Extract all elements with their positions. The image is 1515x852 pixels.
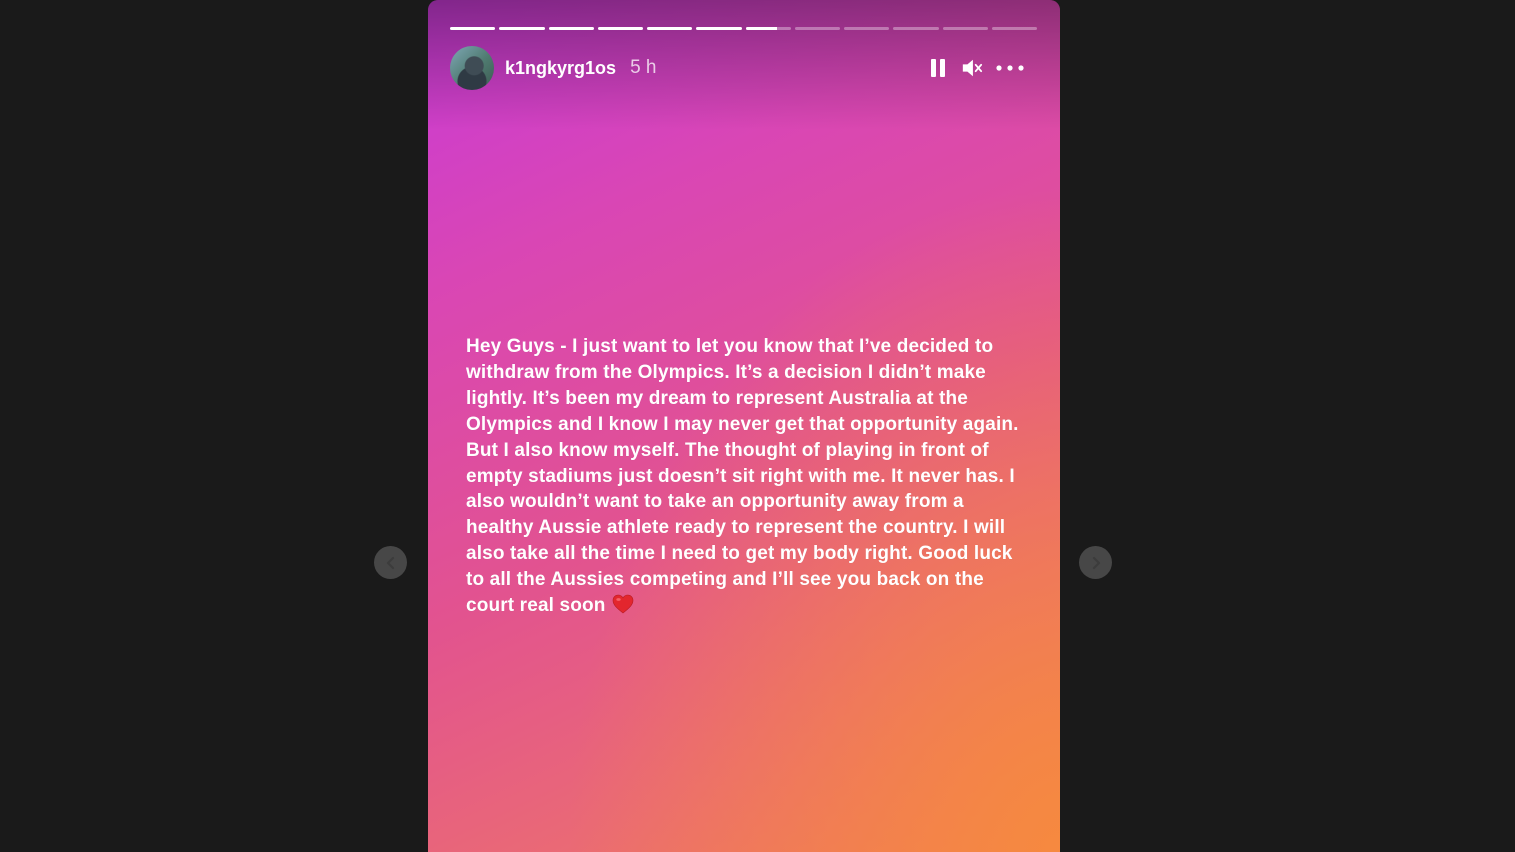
heart-emoji [612,594,633,614]
more-options-button[interactable] [995,56,1025,80]
story-controls [927,56,1037,80]
next-story-button[interactable] [1079,546,1112,579]
story-header: k1ngkyrg1os 5 h [450,46,1037,90]
progress-segment-fill [597,27,643,30]
progress-segment-fill [647,27,693,30]
progress-segment [499,27,545,30]
progress-segment [647,27,693,30]
progress-segment [794,27,840,30]
progress-segment-fill [745,27,778,30]
progress-segment-fill [450,27,496,30]
progress-segment [844,27,890,30]
progress-segment [548,27,594,30]
timestamp: 5 h [630,57,657,78]
progress-segment [745,27,791,30]
progress-segment [597,27,643,30]
avatar[interactable] [450,46,494,90]
chevron-left-icon [386,556,394,569]
username[interactable]: k1ngkyrg1os [505,58,616,79]
story-text: Hey Guys - I just want to let you know t… [466,334,1026,619]
progress-segment [893,27,939,30]
pause-icon [931,59,945,77]
story-viewer: k1ngkyrg1os 5 h Hey Guys - I just want t… [0,0,1515,852]
speaker-muted-icon [962,59,983,77]
progress-segment [450,27,496,30]
progress-segment [696,27,742,30]
progress-segment-fill [696,27,742,30]
story-progress-bar [450,27,1037,30]
story-message: Hey Guys - I just want to let you know t… [466,336,1019,617]
mute-button[interactable] [961,56,983,80]
progress-segment-fill [548,27,594,30]
chevron-right-icon [1092,556,1100,569]
more-options-icon [996,65,1024,71]
progress-segment-fill [499,27,545,30]
progress-segment [942,27,988,30]
previous-story-button[interactable] [374,546,407,579]
story-frame[interactable]: k1ngkyrg1os 5 h Hey Guys - I just want t… [428,0,1060,852]
progress-segment [991,27,1037,30]
pause-button[interactable] [927,56,949,80]
